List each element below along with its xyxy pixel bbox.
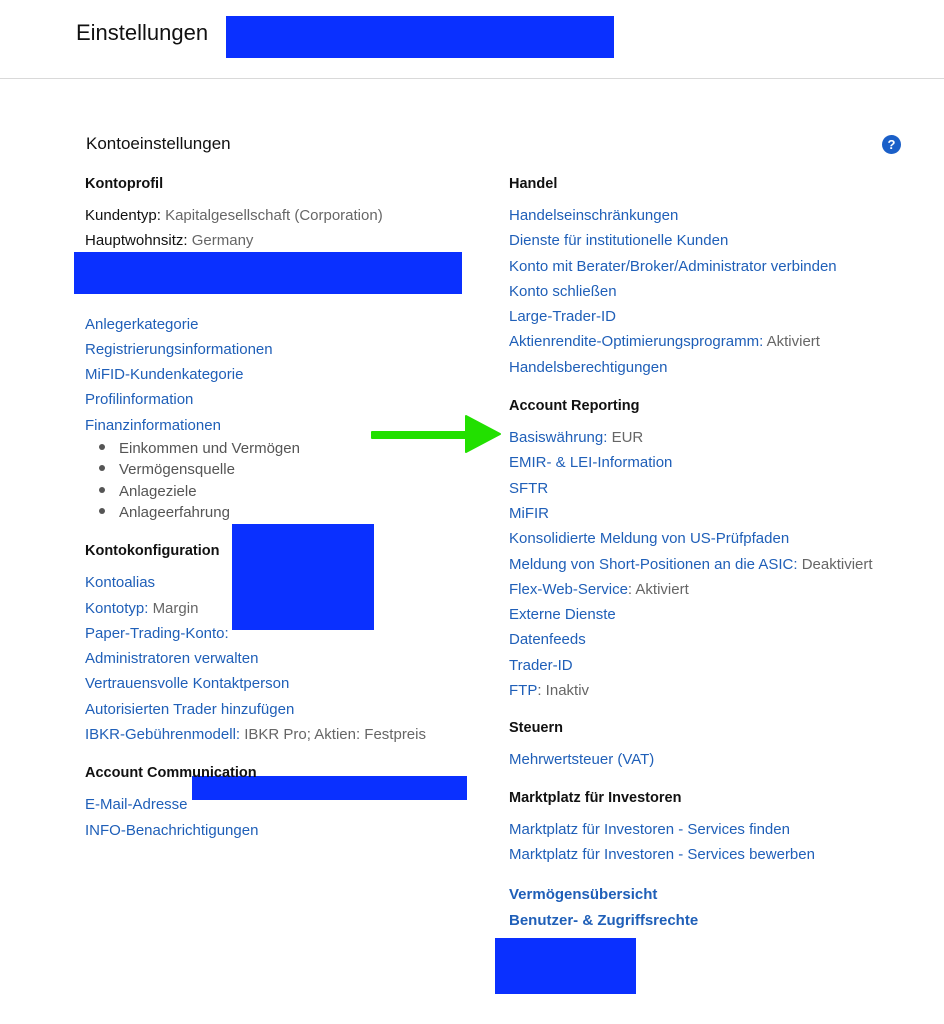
handel-heading: Handel (509, 176, 558, 192)
bullet-icon (99, 444, 105, 451)
link-marktplatz-bewerben[interactable]: Marktplatz für Investoren - Services bew… (509, 842, 929, 867)
link-large-trader-id[interactable]: Large-Trader-ID (509, 304, 929, 329)
link-institutionelle-dienste[interactable]: Dienste für institutionelle Kunden (509, 228, 929, 253)
flex-row: Flex-Web-Service: Aktiviert (509, 577, 929, 602)
reporting-heading: Account Reporting (509, 398, 640, 415)
link-datenfeeds[interactable]: Datenfeeds (509, 627, 929, 652)
kontotyp-value: Margin (152, 599, 199, 617)
wohnsitz-label: Hauptwohnsitz: (85, 232, 188, 250)
list-item: Anlageerfahrung (99, 502, 485, 523)
aktienrendite-row: Aktienrendite-Optimierungsprogramm: Akti… (509, 329, 929, 354)
link-mifid-kundenkategorie[interactable]: MiFID-Kundenkategorie (85, 362, 485, 387)
link-vertrauensperson[interactable]: Vertrauensvolle Kontaktperson (85, 671, 485, 696)
link-email[interactable]: E-Mail-Adresse (85, 792, 485, 817)
flex-value: : Aktiviert (627, 580, 689, 598)
link-konto-schliessen[interactable]: Konto schließen (509, 279, 929, 304)
asic-value: Deaktiviert (801, 555, 873, 573)
bullet-icon (99, 486, 105, 493)
link-trader-hinzufuegen[interactable]: Autorisierten Trader hinzufügen (85, 697, 485, 722)
left-column: Kontoprofil Kundentyp: Kapitalgesellscha… (85, 176, 485, 843)
link-gebuehrenmodell[interactable]: IBKR-Gebührenmodell: (85, 726, 240, 743)
link-flex-web-service[interactable]: Flex-Web-Service (509, 581, 628, 598)
link-administratoren[interactable]: Administratoren verwalten (85, 646, 485, 671)
redaction-spacer (85, 254, 485, 312)
kontotyp-row: Kontotyp: Margin (85, 596, 485, 621)
link-vermoegensuebersicht[interactable]: Vermögensübersicht (509, 882, 929, 907)
link-sftr[interactable]: SFTR (509, 476, 929, 501)
link-handelsberechtigungen[interactable]: Handelsberechtigungen (509, 355, 929, 380)
wohnsitz-row: Hauptwohnsitz: Germany (85, 228, 485, 253)
green-arrow-icon (371, 415, 501, 453)
link-handelseinschraenkungen[interactable]: Handelseinschränkungen (509, 203, 929, 228)
basiswaehrung-value: EUR (611, 429, 644, 447)
link-mifir[interactable]: MiFIR (509, 501, 929, 526)
kontoprofil-heading: Kontoprofil (85, 176, 164, 192)
link-emir-lei[interactable]: EMIR- & LEI-Information (509, 450, 929, 475)
link-ftp[interactable]: FTP (509, 682, 537, 699)
link-basiswaehrung[interactable]: Basiswährung: (509, 429, 607, 446)
redacted-account-id (226, 16, 614, 58)
list-item: Anlageziele (99, 481, 485, 502)
ftp-value: : Inaktiv (537, 682, 590, 700)
asic-row: Meldung von Short-Positionen an die ASIC… (509, 552, 929, 577)
link-kontotyp[interactable]: Kontotyp: (85, 600, 148, 617)
link-benutzer-zugriffsrechte[interactable]: Benutzer- & Zugriffsrechte (509, 908, 929, 933)
kontokonfiguration-heading: Kontokonfiguration (85, 543, 220, 560)
link-paper-trading[interactable]: Paper-Trading-Konto: (85, 621, 485, 646)
bullet-icon (99, 508, 105, 514)
aktienrendite-value: Aktiviert (766, 333, 820, 351)
basiswaehrung-row: Basiswährung: EUR (509, 425, 929, 450)
communication-heading: Account Communication (85, 765, 257, 782)
section-title: Kontoeinstellungen (86, 134, 231, 153)
link-mehrwertsteuer[interactable]: Mehrwertsteuer (VAT) (509, 747, 929, 772)
link-anlegerkategorie[interactable]: Anlegerkategorie (85, 312, 485, 337)
link-aktienrendite[interactable]: Aktienrendite-Optimierungsprogramm: (509, 333, 763, 350)
kundentyp-value: Kapitalgesellschaft (Corporation) (165, 207, 383, 224)
right-column: Handel Handelseinschränkungen Dienste fü… (509, 176, 929, 933)
link-trader-id[interactable]: Trader-ID (509, 653, 929, 678)
marktplatz-heading: Marktplatz für Investoren (509, 789, 682, 806)
link-registrierungsinformationen[interactable]: Registrierungsinformationen (85, 337, 485, 362)
link-us-pruefpfade[interactable]: Konsolidierte Meldung von US-Prüfpfaden (509, 526, 929, 551)
question-circle-icon[interactable]: ? (882, 135, 901, 154)
page-title: Einstellungen (76, 20, 209, 45)
wohnsitz-value: Germany (191, 232, 254, 250)
link-berater-verbinden[interactable]: Konto mit Berater/Broker/Administrator v… (509, 254, 929, 279)
gebuehrenmodell-value: IBKR Pro; Aktien: Festpreis (244, 726, 426, 744)
link-asic[interactable]: Meldung von Short-Positionen an die ASIC… (509, 556, 798, 573)
redacted-bottom-info (495, 938, 636, 994)
bullet-icon (99, 465, 105, 472)
ftp-row: FTP: Inaktiv (509, 678, 929, 703)
kundentyp-row: Kundentyp: Kapitalgesellschaft (Corporat… (85, 203, 485, 228)
gebuehrenmodell-row: IBKR-Gebührenmodell: IBKR Pro; Aktien: F… (85, 722, 485, 747)
link-profilinformation[interactable]: Profilinformation (85, 387, 485, 412)
steuern-heading: Steuern (509, 720, 563, 737)
link-kontoalias[interactable]: Kontoalias (85, 570, 485, 595)
list-item: Vermögensquelle (99, 459, 485, 480)
link-info-benachrichtigungen[interactable]: INFO-Benachrichtigungen (85, 818, 485, 843)
link-externe-dienste[interactable]: Externe Dienste (509, 602, 929, 627)
kundentyp-label: Kundentyp: (85, 207, 161, 224)
link-marktplatz-finden[interactable]: Marktplatz für Investoren - Services fin… (509, 817, 929, 842)
